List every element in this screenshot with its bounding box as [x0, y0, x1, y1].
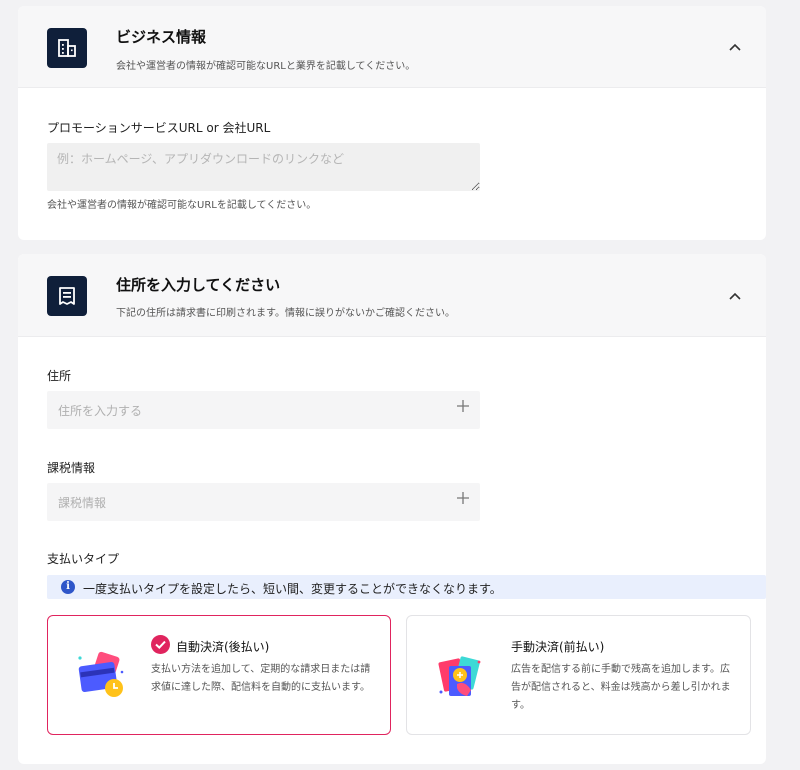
tax-placeholder: 課税情報: [58, 496, 107, 510]
address-card: 住所を入力してください 下記の住所は請求書に印刷されます。情報に誤りがないかご確…: [18, 254, 766, 764]
chevron-up-icon[interactable]: [724, 285, 746, 307]
payment-notice-text: 一度支払いタイプを設定したら、短い間、変更することができなくなります。: [83, 582, 502, 596]
address-description: 下記の住所は請求書に印刷されます。情報に誤りがないかご確認ください。: [116, 308, 455, 319]
url-input[interactable]: [47, 143, 480, 191]
building-icon: [47, 28, 87, 68]
business-info-card: ビジネス情報 会社や運営者の情報が確認可能なURLと業界を記載してください。 プ…: [18, 6, 766, 240]
plus-icon: [457, 492, 469, 504]
payment-notice: i 一度支払いタイプを設定したら、短い間、変更することができなくなります。: [47, 575, 766, 599]
business-info-title: ビジネス情報: [116, 28, 207, 46]
business-info-header[interactable]: ビジネス情報 会社や運営者の情報が確認可能なURLと業界を記載してください。: [18, 6, 766, 88]
payment-type-label: 支払いタイプ: [47, 552, 120, 566]
address-header[interactable]: 住所を入力してください 下記の住所は請求書に印刷されます。情報に誤りがないかご確…: [18, 254, 766, 337]
info-icon: i: [61, 580, 75, 594]
address-field-label: 住所: [47, 369, 72, 383]
plus-icon: [457, 400, 469, 412]
tax-info-input[interactable]: 課税情報: [47, 483, 480, 521]
address-placeholder: 住所を入力する: [58, 404, 143, 418]
address-title: 住所を入力してください: [116, 276, 281, 294]
payment-option-description: 広告を配信する前に手動で残高を追加します。広告が配信されると、料金は残高から差し…: [511, 664, 731, 711]
receipt-icon: [47, 276, 87, 316]
chevron-up-icon[interactable]: [724, 36, 746, 58]
payment-option-title: 手動決済(前払い): [511, 640, 605, 654]
payment-option-description: 支払い方法を追加して、定期的な請求日または請求値に達した際、配信料を自動的に支払…: [151, 664, 371, 693]
business-info-description: 会社や運営者の情報が確認可能なURLと業界を記載してください。: [116, 61, 416, 72]
url-help-text: 会社や運営者の情報が確認可能なURLを記載してください。: [47, 200, 317, 211]
tax-field-label: 課税情報: [47, 461, 96, 475]
url-field-label: プロモーションサービスURL or 会社URL: [47, 121, 271, 135]
coin-hand-icon: [438, 656, 481, 696]
selected-check-icon: [151, 635, 170, 654]
payment-option-title: 自動決済(後払い): [176, 640, 270, 654]
address-input[interactable]: 住所を入力する: [47, 391, 480, 429]
credit-card-icon: [78, 651, 124, 697]
payment-option-manual[interactable]: 手動決済(前払い) 広告を配信する前に手動で残高を追加します。広告が配信されると…: [406, 615, 751, 735]
payment-option-auto[interactable]: 自動決済(後払い) 支払い方法を追加して、定期的な請求日または請求値に達した際、…: [47, 615, 391, 735]
